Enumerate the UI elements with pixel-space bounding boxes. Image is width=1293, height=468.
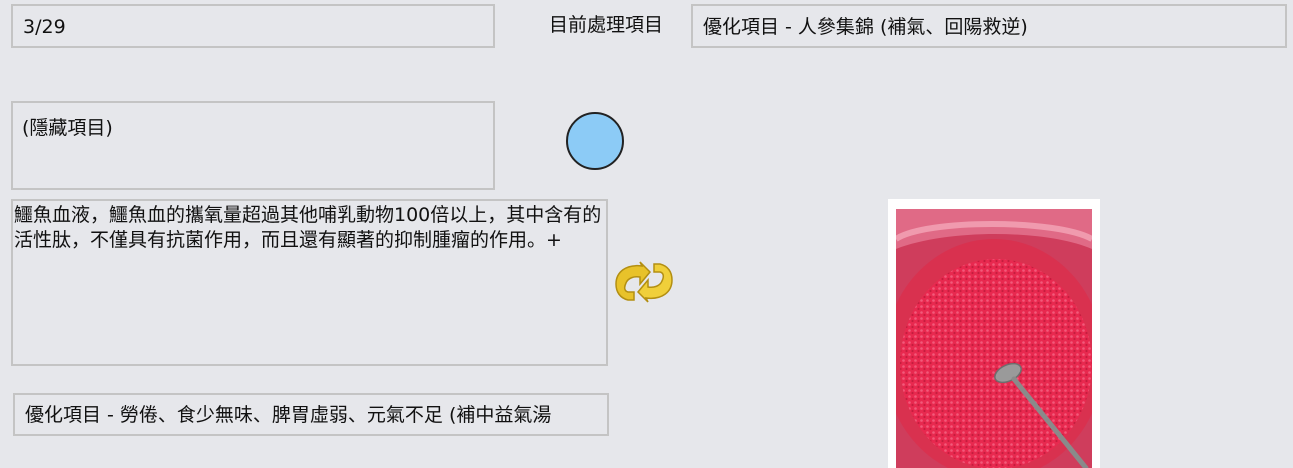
- refresh-icon[interactable]: [612, 258, 676, 304]
- description-text: 鱷魚血液，鱷魚血的攜氧量超過其他哺乳動物100倍以上，其中含有的活性肽，不僅具有…: [11, 199, 608, 366]
- optimization-item-field: 優化項目 - 勞倦、食少無味、脾胃虛弱、元氣不足 (補中益氣湯: [13, 393, 609, 436]
- red-powder-bowl-photo: [888, 199, 1100, 468]
- current-item-field: 優化項目 - 人參集錦 (補氣、回陽救逆): [691, 4, 1287, 48]
- circle-indicator-icon[interactable]: [566, 112, 624, 170]
- current-item-label: 目前處理項目: [549, 14, 664, 36]
- hidden-item-field: (隱藏項目): [11, 101, 495, 190]
- counter-field: 3/29: [11, 4, 495, 48]
